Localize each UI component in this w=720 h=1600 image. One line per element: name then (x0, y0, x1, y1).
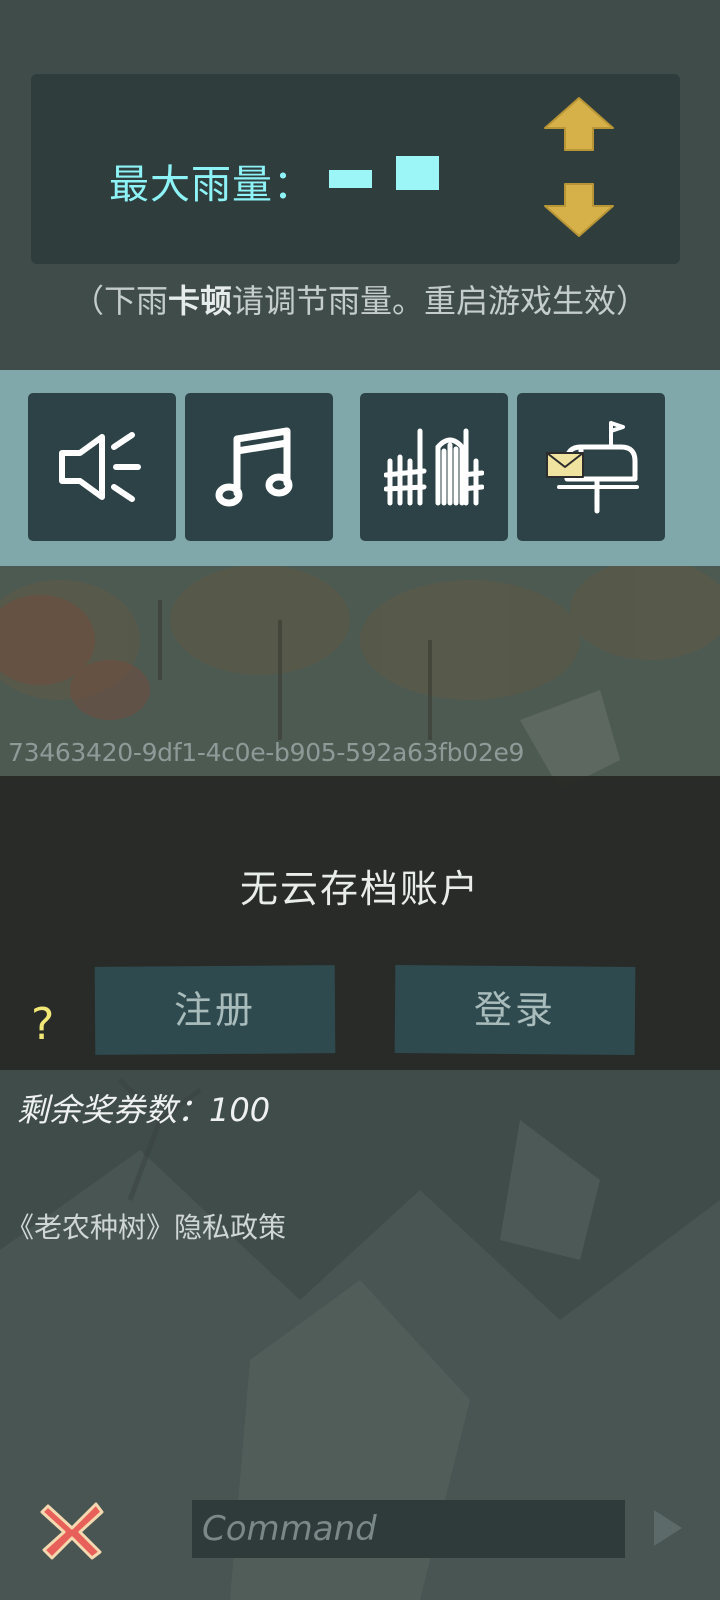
rain-level-bar-2 (396, 156, 439, 190)
login-button[interactable]: 登录 (394, 964, 636, 1056)
rain-settings-panel: 最大雨量： (31, 74, 680, 264)
cloud-save-account-panel: 无云存档账户 ? 注册 登录 (0, 776, 720, 1070)
music-button[interactable] (185, 393, 333, 541)
rain-level-bar-1 (329, 170, 372, 188)
arrow-up-icon[interactable] (541, 96, 617, 156)
rain-hint-suffix: 请调节雨量。重启游戏生效） (232, 282, 649, 320)
remaining-coupons-text: 剩余奖券数：100 (17, 1091, 271, 1129)
rain-hint-text: （下雨卡顿请调节雨量。重启游戏生效） (0, 276, 720, 322)
device-uuid: 73463420-9df1-4c0e-b905-592a63fb02e9 (8, 738, 525, 767)
close-icon[interactable] (38, 1498, 106, 1562)
music-note-icon (215, 427, 293, 507)
max-rain-label: 最大雨量： (109, 162, 314, 208)
fence-button[interactable] (360, 393, 508, 541)
arrow-down-icon[interactable] (541, 178, 617, 238)
send-arrow-icon[interactable] (650, 1506, 686, 1550)
account-status-title: 无云存档账户 (239, 867, 480, 911)
command-input[interactable] (192, 1500, 625, 1558)
register-button[interactable]: 注册 (94, 965, 336, 1055)
mailbox-icon (546, 421, 639, 514)
privacy-policy-link[interactable]: 《老农种树》隐私政策 (6, 1206, 286, 1246)
rain-hint-prefix: （下雨 (71, 282, 168, 320)
help-icon[interactable]: ? (31, 999, 54, 1050)
toolbar (0, 370, 720, 566)
sound-button[interactable] (28, 393, 176, 541)
rain-hint-bold: 卡顿 (167, 282, 232, 320)
speaker-icon (59, 432, 141, 502)
mailbox-button[interactable] (517, 393, 665, 541)
fence-gate-icon (384, 428, 484, 506)
